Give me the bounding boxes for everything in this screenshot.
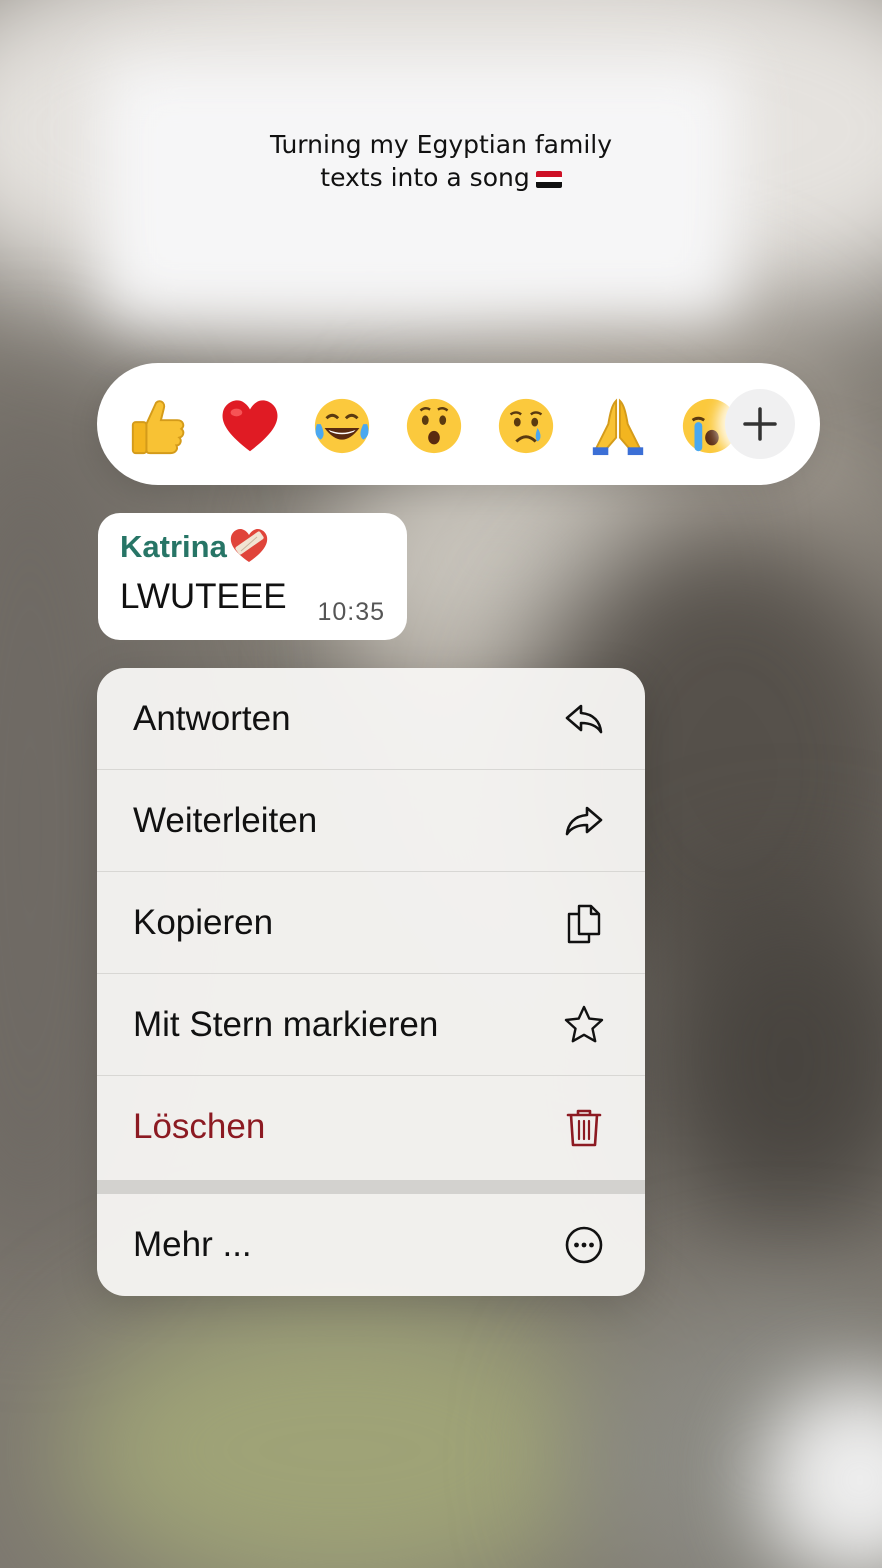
message-timestamp: 10:35 xyxy=(317,598,385,626)
menu-item-reply[interactable]: Antworten xyxy=(97,668,645,770)
crying-face-emoji[interactable] xyxy=(495,395,557,457)
sender-name-text: Katrina xyxy=(120,529,227,564)
sender-name: Katrina xyxy=(120,527,269,565)
video-caption: Turning my Egyptian family texts into a … xyxy=(180,128,702,194)
mending-heart-icon xyxy=(230,528,267,562)
caption-line-1: Turning my Egyptian family xyxy=(269,130,613,159)
ellipsis-circle-icon xyxy=(565,1226,603,1264)
menu-item-label: Mit Stern markieren xyxy=(133,1005,439,1044)
menu-item-label: Antworten xyxy=(133,699,291,738)
thumbs-up-emoji[interactable] xyxy=(127,395,189,457)
reply-icon xyxy=(565,704,603,734)
more-reactions-button[interactable] xyxy=(725,389,795,459)
menu-item-label: Kopieren xyxy=(133,903,274,942)
plus-icon xyxy=(743,407,777,441)
menu-item-label: Löschen xyxy=(133,1107,266,1146)
forward-icon xyxy=(565,806,603,836)
message-text: LWUTEEE xyxy=(120,577,287,616)
folded-hands-emoji[interactable] xyxy=(587,395,649,457)
menu-divider xyxy=(97,1180,645,1194)
menu-item-copy[interactable]: Kopieren xyxy=(97,872,645,974)
red-heart-emoji[interactable] xyxy=(219,395,281,457)
trash-icon xyxy=(566,1109,602,1147)
menu-item-forward[interactable]: Weiterleiten xyxy=(97,770,645,872)
menu-item-label: Weiterleiten xyxy=(133,801,318,840)
menu-item-more[interactable]: Mehr ... xyxy=(97,1194,645,1296)
copy-icon xyxy=(567,904,601,944)
caption-line-2: texts into a song xyxy=(180,161,702,194)
menu-item-star[interactable]: Mit Stern markieren xyxy=(97,974,645,1076)
message-bubble[interactable]: Katrina LWUTEEE 10:35 xyxy=(98,513,407,640)
egypt-flag-icon xyxy=(535,171,562,188)
menu-item-label: Mehr ... xyxy=(133,1225,252,1264)
menu-item-delete[interactable]: Löschen xyxy=(97,1076,645,1177)
reaction-bar xyxy=(97,363,820,485)
caption-line-2-text: texts into a song xyxy=(320,163,530,192)
tears-of-joy-emoji[interactable] xyxy=(311,395,373,457)
surprised-face-emoji[interactable] xyxy=(403,395,465,457)
star-icon xyxy=(564,1005,604,1043)
message-context-menu: Antworten Weiterleiten Kopieren Mit Ster… xyxy=(97,668,645,1296)
